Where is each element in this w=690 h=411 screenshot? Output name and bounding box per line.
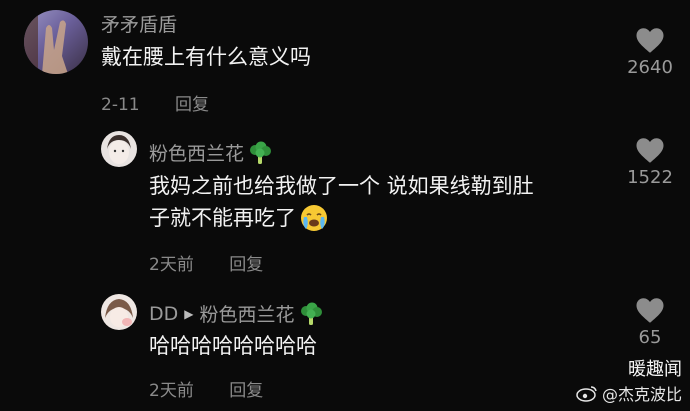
like-count: 1522 [627, 167, 673, 188]
watermark-account: @杰克波比 [601, 385, 682, 404]
watermark: 暖趣闻 @杰克波比 [576, 355, 682, 405]
broccoli-icon [250, 141, 272, 164]
reply-button[interactable]: 回复 [229, 250, 263, 275]
reply-button[interactable]: 回复 [229, 376, 263, 401]
heart-icon [636, 138, 664, 163]
comment-date: 2天前 [149, 381, 194, 401]
comment-text: 哈哈哈哈哈哈哈哈 [149, 334, 317, 358]
reply-button[interactable]: 回复 [175, 90, 209, 115]
watermark-account-row: @杰克波比 [576, 381, 682, 405]
avatar-hand-image [24, 10, 68, 74]
comment-text-line-1: 我妈之前也给我做了一个 说如果线勒到肚 [149, 174, 534, 198]
avatar-face-image [107, 135, 131, 164]
broccoli-icon [300, 302, 322, 325]
like-button[interactable]: 2640 [618, 27, 682, 78]
avatar-face-image [105, 299, 133, 327]
comment-text-line-2-text: 子就不能再吃了 [149, 206, 296, 230]
comment-username[interactable]: 矛矛盾盾 [101, 10, 177, 37]
reply-arrow-icon: ▶ [184, 306, 194, 321]
avatar[interactable] [101, 294, 137, 330]
like-button[interactable]: 65 [618, 297, 682, 348]
like-count: 65 [638, 327, 662, 348]
watermark-title: 暖趣闻 [628, 359, 682, 380]
weibo-logo-icon [576, 386, 597, 402]
comment-date: 2天前 [149, 255, 194, 275]
comment-text-line-2: 子就不能再吃了 [149, 202, 619, 234]
username-text: 粉色西兰花 [149, 143, 245, 165]
comment-text: 戴在腰上有什么意义吗 [101, 45, 311, 69]
username-text[interactable]: DD [149, 303, 178, 325]
comment-meta: 2天前 回复 [149, 376, 263, 401]
heart-icon [636, 28, 664, 53]
avatar[interactable] [101, 131, 137, 167]
crying-face-icon [301, 205, 327, 231]
comment-date: 2-11 [101, 95, 140, 115]
like-button[interactable]: 1522 [618, 137, 682, 188]
comment-meta: 2天前 回复 [149, 250, 263, 275]
comment-meta: 2-11 回复 [101, 90, 209, 115]
reply-to-username[interactable]: 粉色西兰花 [200, 300, 295, 327]
heart-icon [636, 298, 664, 323]
avatar[interactable] [24, 10, 88, 74]
comment-username[interactable]: 粉色西兰花 [149, 139, 273, 166]
comment-text: 我妈之前也给我做了一个 说如果线勒到肚 子就不能再吃了 [149, 170, 619, 234]
like-count: 2640 [627, 57, 673, 78]
comment-username: DD ▶ 粉色西兰花 [149, 300, 324, 327]
